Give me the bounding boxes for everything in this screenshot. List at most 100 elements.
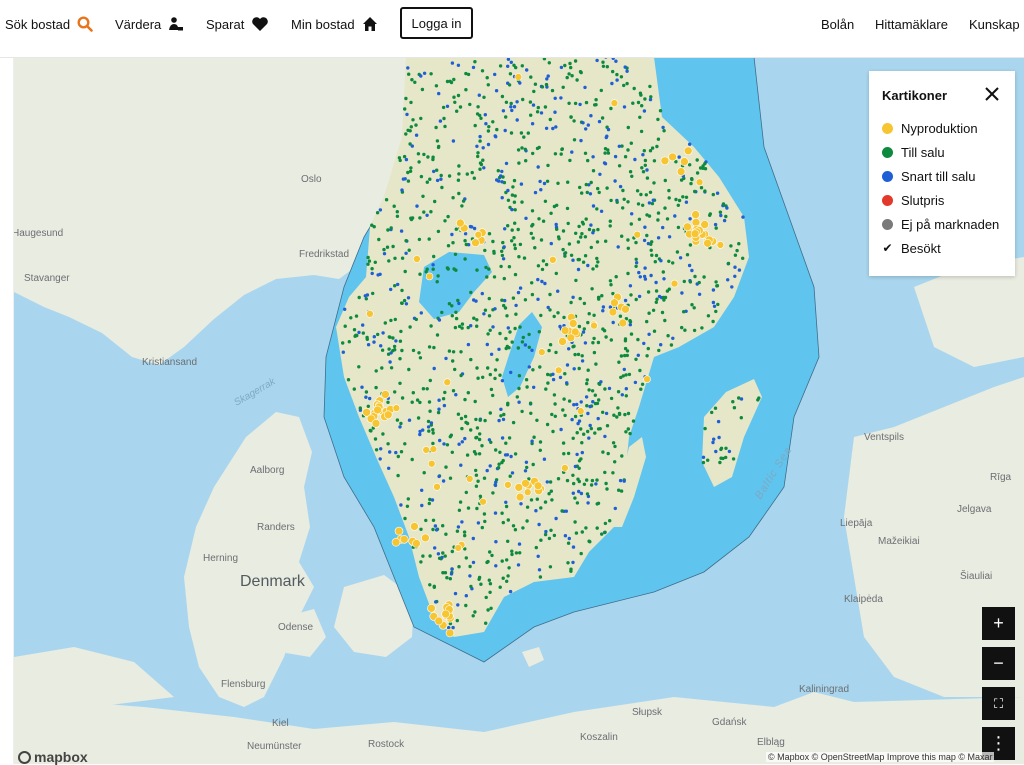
property-marker[interactable] [701,455,706,459]
property-marker[interactable] [651,308,656,312]
property-marker[interactable] [487,578,491,582]
property-marker[interactable] [587,388,591,392]
property-marker[interactable] [504,441,508,445]
property-marker[interactable] [514,312,518,316]
property-marker[interactable] [605,186,609,190]
property-marker[interactable] [633,380,638,385]
property-marker[interactable] [488,372,492,377]
property-marker[interactable] [539,506,543,510]
new-production-marker[interactable] [479,497,487,506]
property-marker[interactable] [603,151,607,155]
property-marker[interactable] [539,188,543,192]
property-marker[interactable] [639,192,643,197]
property-marker[interactable] [675,250,680,254]
property-marker[interactable] [500,249,504,253]
property-marker[interactable] [525,68,529,72]
property-marker[interactable] [393,317,397,322]
property-marker[interactable] [671,336,675,340]
property-marker[interactable] [623,155,628,159]
property-marker[interactable] [647,332,651,336]
new-production-marker[interactable] [610,298,619,307]
property-marker[interactable] [522,135,526,139]
property-marker[interactable] [491,325,495,329]
new-production-marker[interactable] [427,459,436,468]
property-marker[interactable] [513,208,517,212]
property-marker[interactable] [654,253,659,258]
property-marker[interactable] [617,360,621,364]
property-marker[interactable] [504,500,508,504]
property-marker[interactable] [450,61,455,65]
property-marker[interactable] [470,170,474,175]
property-marker[interactable] [493,134,497,138]
property-marker[interactable] [538,448,542,452]
property-marker[interactable] [476,105,480,109]
property-marker[interactable] [373,260,377,264]
property-marker[interactable] [563,63,567,68]
property-marker[interactable] [387,466,391,470]
property-marker[interactable] [517,161,521,165]
property-marker[interactable] [569,300,573,305]
property-marker[interactable] [501,520,505,525]
property-marker[interactable] [509,370,513,375]
property-marker[interactable] [565,206,570,211]
property-marker[interactable] [451,139,456,143]
property-marker[interactable] [474,417,478,422]
property-marker[interactable] [369,429,373,433]
property-marker[interactable] [407,367,411,372]
property-marker[interactable] [378,457,382,461]
property-marker[interactable] [380,348,385,352]
property-marker[interactable] [540,279,544,284]
property-marker[interactable] [428,177,432,181]
property-marker[interactable] [563,251,568,255]
property-marker[interactable] [731,400,735,404]
new-production-marker[interactable] [668,152,677,162]
property-marker[interactable] [398,381,402,385]
property-marker[interactable] [548,480,553,484]
property-marker[interactable] [443,219,447,223]
property-marker[interactable] [635,189,640,193]
property-marker[interactable] [478,134,482,139]
property-marker[interactable] [524,378,529,382]
property-marker[interactable] [589,483,594,487]
property-marker[interactable] [399,421,403,426]
property-marker[interactable] [631,101,635,105]
property-marker[interactable] [538,365,542,369]
property-marker[interactable] [417,237,422,242]
property-marker[interactable] [562,452,566,456]
property-marker[interactable] [411,348,416,353]
property-marker[interactable] [682,279,686,284]
property-marker[interactable] [445,266,450,270]
property-marker[interactable] [414,123,418,127]
property-marker[interactable] [674,197,678,202]
property-marker[interactable] [588,404,592,409]
property-marker[interactable] [486,142,491,147]
property-marker[interactable] [506,326,510,330]
property-marker[interactable] [388,335,392,339]
property-marker[interactable] [501,257,506,261]
property-marker[interactable] [518,242,523,247]
property-marker[interactable] [613,154,618,159]
property-marker[interactable] [441,105,446,110]
property-marker[interactable] [567,399,572,403]
property-marker[interactable] [714,226,718,230]
new-production-marker[interactable] [465,474,474,483]
new-production-marker[interactable] [392,404,401,412]
property-marker[interactable] [484,595,488,600]
property-marker[interactable] [688,217,692,221]
property-marker[interactable] [506,198,511,202]
property-marker[interactable] [512,178,517,183]
property-marker[interactable] [571,436,575,440]
property-marker[interactable] [622,479,626,483]
new-production-marker[interactable] [427,603,436,613]
property-marker[interactable] [611,471,615,475]
property-marker[interactable] [475,318,479,322]
property-marker[interactable] [445,104,450,108]
property-marker[interactable] [447,174,452,178]
property-marker[interactable] [561,229,566,233]
property-marker[interactable] [472,226,477,231]
property-marker[interactable] [551,429,555,434]
property-marker[interactable] [409,125,413,129]
property-marker[interactable] [711,300,716,305]
property-marker[interactable] [637,294,642,299]
property-marker[interactable] [661,225,665,230]
